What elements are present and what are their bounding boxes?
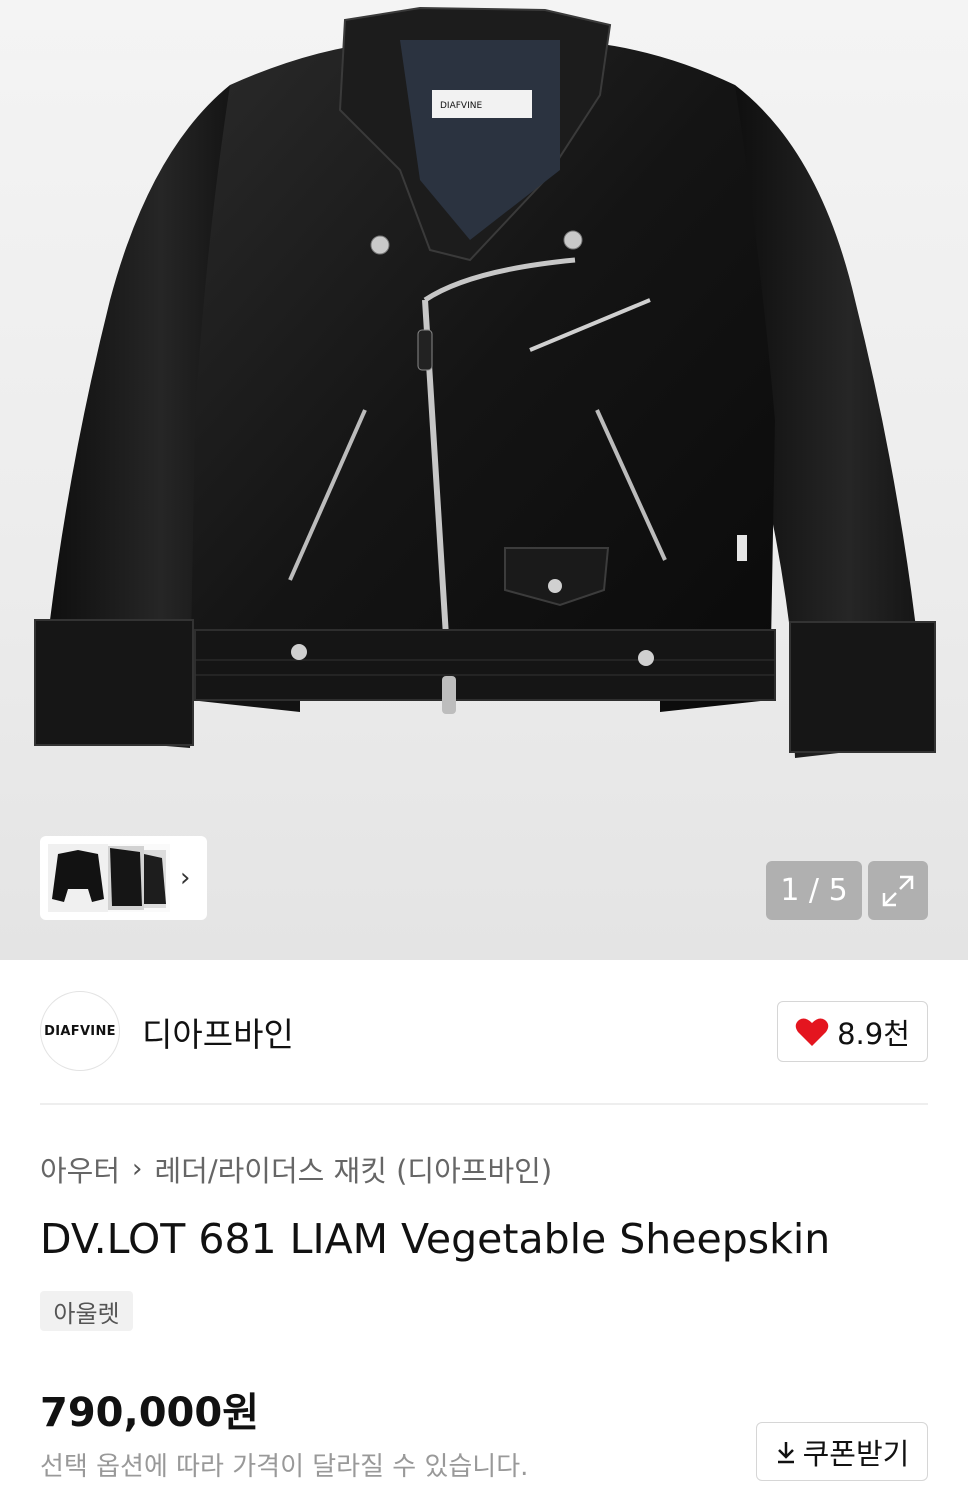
outlet-badge: 아울렛	[40, 1291, 133, 1331]
breadcrumb: 아우터 › 레더/라이더스 재킷 (디아프바인)	[40, 1148, 552, 1190]
brand-name[interactable]: 디아프바인	[142, 1008, 294, 1056]
brand-logo-text: DIAFVINE	[44, 1023, 116, 1039]
chevron-right-icon[interactable]: ›	[180, 865, 190, 891]
coupon-download-button[interactable]: 쿠폰받기	[756, 1422, 928, 1481]
thumbnail-images[interactable]	[48, 844, 170, 912]
expand-icon	[882, 875, 914, 906]
image-counter: 1 / 5	[766, 861, 862, 920]
like-count: 8.9천	[837, 1016, 910, 1051]
product-title: DV.LOT 681 LIAM Vegetable Sheepskin	[40, 1215, 831, 1263]
product-image: DIAFVINE	[34, 6, 936, 758]
expand-button[interactable]	[868, 861, 928, 920]
product-price: 790,000원	[40, 1390, 259, 1436]
coupon-label: 쿠폰받기	[802, 1436, 910, 1471]
product-image-gallery[interactable]: DIAFVINE › 1 / 5	[0, 0, 968, 960]
price-note: 선택 옵션에 따라 가격이 달라질 수 있습니다.	[40, 1452, 529, 1482]
download-icon	[777, 1441, 794, 1463]
chevron-right-icon: ›	[132, 1154, 143, 1184]
breadcrumb-item-outer[interactable]: 아우터	[40, 1148, 120, 1190]
breadcrumb-item-category[interactable]: 레더/라이더스 재킷 (디아프바인)	[154, 1148, 552, 1190]
thumbnail-strip[interactable]: ›	[40, 836, 207, 920]
heart-icon	[795, 1018, 829, 1046]
like-button[interactable]: 8.9천	[777, 1001, 928, 1062]
divider	[40, 1103, 928, 1105]
svg-text:DIAFVINE: DIAFVINE	[440, 101, 482, 111]
brand-logo[interactable]: DIAFVINE	[40, 991, 120, 1071]
